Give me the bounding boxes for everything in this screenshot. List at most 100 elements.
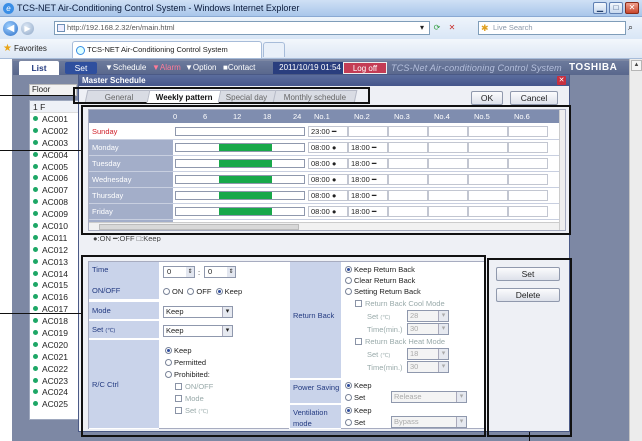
rc-prohibited[interactable]: Prohibited:: [165, 370, 210, 379]
radio-icon[interactable]: [163, 288, 170, 295]
list-item[interactable]: AC002: [30, 125, 83, 137]
time-cell[interactable]: [508, 158, 548, 169]
time-cell[interactable]: [508, 142, 548, 153]
list-item[interactable]: AC001: [30, 113, 83, 125]
rb-keep[interactable]: Keep Return Back: [345, 265, 415, 274]
grid-horizontal-scrollbar[interactable]: [89, 222, 559, 230]
time-cell[interactable]: 18:00 ━: [348, 174, 388, 185]
checkbox-icon[interactable]: [175, 395, 182, 402]
rc-keep[interactable]: Keep: [165, 346, 192, 355]
rb-cool-set-select[interactable]: 28: [407, 310, 449, 322]
time-cell[interactable]: [428, 142, 468, 153]
menu-contact[interactable]: ■Contact: [223, 61, 255, 75]
minimize-icon[interactable]: ▁: [593, 2, 607, 14]
menu-set[interactable]: Set: [65, 62, 97, 74]
list-item[interactable]: AC014: [30, 268, 83, 280]
dropdown-icon[interactable]: ▾: [416, 22, 428, 34]
time-cell[interactable]: [428, 190, 468, 201]
list-item[interactable]: AC016: [30, 291, 83, 303]
close-icon[interactable]: ✕: [625, 2, 639, 14]
ps-set[interactable]: Set: [345, 393, 365, 402]
rb-cool-mode[interactable]: Return Back Cool Mode: [355, 299, 445, 308]
ps-select[interactable]: Release: [391, 391, 467, 403]
time-cell[interactable]: [428, 158, 468, 169]
tab-weekly-pattern[interactable]: Weekly pattern: [146, 90, 222, 103]
time-cell[interactable]: [428, 174, 468, 185]
time-cell[interactable]: 08:00 ●: [308, 206, 348, 217]
tab-monthly-schedule[interactable]: Monthly schedule: [272, 90, 358, 103]
list-item[interactable]: AC022: [30, 363, 83, 375]
time-cell[interactable]: [508, 174, 548, 185]
table-row[interactable]: Monday 08:00 ● 18:00 ━: [89, 140, 559, 156]
list-item[interactable]: AC024: [30, 386, 83, 398]
cancel-button[interactable]: Cancel: [510, 91, 558, 105]
time-cell[interactable]: [388, 190, 428, 201]
radio-icon[interactable]: [165, 359, 172, 366]
rb-heat-set-select[interactable]: 18: [407, 348, 449, 360]
dialog-close-icon[interactable]: ✕: [557, 76, 566, 85]
radio-icon[interactable]: [345, 419, 352, 426]
rc-check-set[interactable]: Set (℃): [175, 406, 208, 415]
time-hour-stepper[interactable]: 0: [163, 266, 195, 278]
radio-icon[interactable]: [165, 371, 172, 378]
list-item[interactable]: AC015: [30, 279, 83, 291]
checkbox-icon[interactable]: [355, 300, 362, 307]
day-timeline[interactable]: [175, 159, 305, 168]
time-cell[interactable]: 23:00 ━: [308, 126, 348, 137]
radio-icon[interactable]: [187, 288, 195, 295]
scroll-thumb[interactable]: [99, 224, 299, 230]
radio-selected-icon[interactable]: [345, 407, 352, 414]
vent-set[interactable]: Set: [345, 418, 365, 427]
radio-selected-icon[interactable]: [345, 382, 352, 389]
mode-select[interactable]: Keep: [163, 306, 233, 318]
time-cell[interactable]: [468, 190, 508, 201]
menu-list[interactable]: List: [19, 61, 59, 75]
time-cell[interactable]: [428, 126, 468, 137]
list-item[interactable]: AC007: [30, 184, 83, 196]
table-row[interactable]: Tuesday 08:00 ● 18:00 ━: [89, 156, 559, 172]
rc-check-onoff[interactable]: ON/OFF: [175, 382, 213, 391]
rb-setting[interactable]: Setting Return Back: [345, 287, 421, 296]
radio-selected-icon[interactable]: [165, 347, 172, 354]
ok-button[interactable]: OK: [471, 91, 503, 105]
list-item[interactable]: AC020: [30, 339, 83, 351]
day-timeline[interactable]: [175, 143, 305, 152]
time-cell[interactable]: [468, 158, 508, 169]
forward-icon[interactable]: ▶: [21, 21, 34, 35]
time-cell[interactable]: [388, 158, 428, 169]
onoff-keep[interactable]: Keep: [215, 287, 242, 296]
live-search-input[interactable]: ✱ Live Search: [478, 21, 626, 35]
tab-general[interactable]: General: [84, 90, 154, 103]
menu-schedule[interactable]: ▼Schedule: [105, 61, 146, 75]
favorites-button[interactable]: ★ Favorites: [3, 43, 47, 54]
time-cell[interactable]: 18:00 ━: [348, 206, 388, 217]
scroll-up-icon[interactable]: ▲: [631, 60, 642, 71]
time-cell[interactable]: [388, 174, 428, 185]
set-temp-select[interactable]: Keep: [163, 325, 233, 337]
time-cell[interactable]: 08:00 ●: [308, 174, 348, 185]
time-cell[interactable]: [508, 126, 548, 137]
time-cell[interactable]: 18:00 ━: [348, 158, 388, 169]
time-cell[interactable]: [388, 206, 428, 217]
refresh-icon[interactable]: ⟳: [431, 22, 443, 34]
rb-heat-time-select[interactable]: 30: [407, 361, 449, 373]
search-icon[interactable]: ⌕: [628, 22, 633, 33]
browser-tab[interactable]: TCS-NET Air-Conditioning Control System: [72, 41, 262, 58]
checkbox-icon[interactable]: [355, 338, 362, 345]
time-cell[interactable]: [388, 142, 428, 153]
time-cell[interactable]: [388, 126, 428, 137]
time-min-stepper[interactable]: 0: [204, 266, 236, 278]
address-bar[interactable]: http://192.168.2.32/en/main.html: [54, 21, 430, 35]
checkbox-icon[interactable]: [175, 383, 182, 390]
radio-selected-icon[interactable]: [215, 288, 223, 295]
page-scrollbar[interactable]: ▲: [629, 59, 642, 441]
list-item[interactable]: AC003: [30, 137, 83, 149]
back-icon[interactable]: ◀: [3, 20, 18, 36]
table-row[interactable]: Thursday 08:00 ● 18:00 ━: [89, 188, 559, 204]
time-cell[interactable]: [468, 142, 508, 153]
new-tab-button[interactable]: [263, 42, 285, 57]
list-item[interactable]: AC009: [30, 208, 83, 220]
vent-keep[interactable]: Keep: [345, 406, 372, 415]
time-cell[interactable]: [468, 126, 508, 137]
day-timeline[interactable]: [175, 175, 305, 184]
